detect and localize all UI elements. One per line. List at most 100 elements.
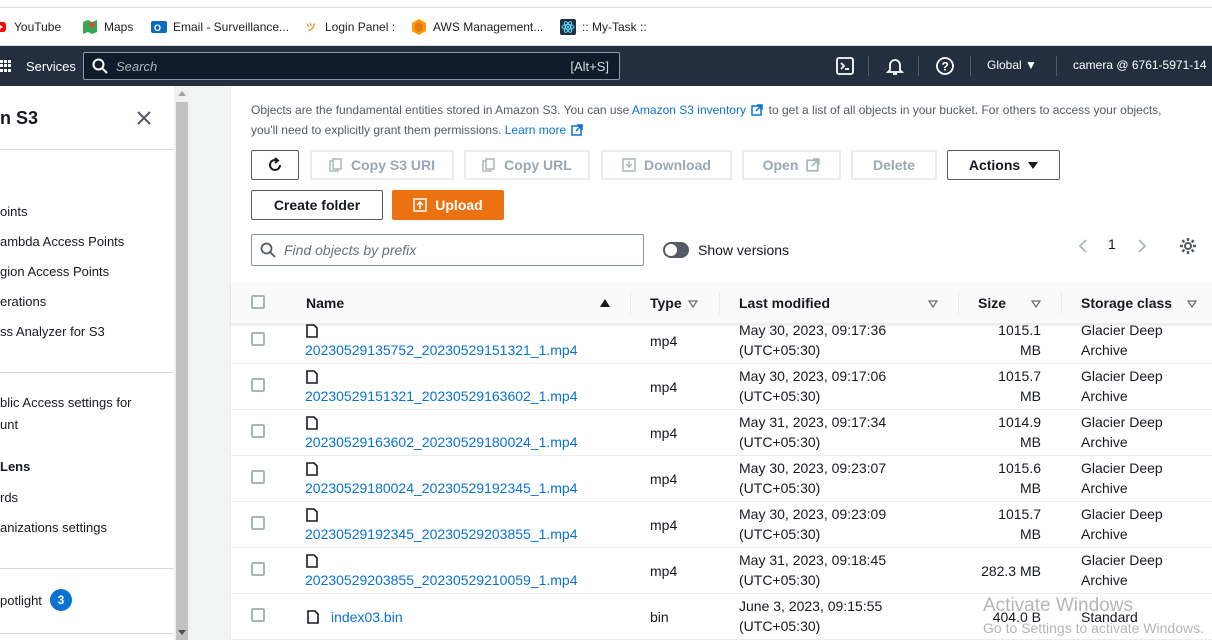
upload-button[interactable]: Upload bbox=[392, 190, 504, 220]
close-icon[interactable] bbox=[134, 108, 154, 128]
bookmark-login-panel[interactable]: ツ Login Panel : bbox=[305, 18, 395, 36]
column-size[interactable]: Size bbox=[978, 295, 1006, 311]
download-button[interactable]: Download bbox=[601, 150, 732, 180]
refresh-icon bbox=[269, 157, 281, 171]
column-storage-class[interactable]: Storage class bbox=[1081, 295, 1172, 311]
external-link-icon bbox=[751, 104, 764, 116]
bookmark-my-task[interactable]: :: My-Task :: bbox=[560, 18, 647, 36]
bookmark-youtube[interactable]: YouTube bbox=[0, 18, 61, 36]
learn-more-link[interactable]: Learn more bbox=[505, 123, 566, 137]
description-text: Objects are the fundamental entities sto… bbox=[251, 103, 632, 117]
sort-ascending-icon[interactable] bbox=[600, 299, 610, 307]
row-checkbox[interactable] bbox=[251, 378, 265, 392]
s3-inventory-link[interactable]: Amazon S3 inventory bbox=[632, 103, 746, 117]
sidebar-item-block-public-access-line2[interactable]: unt bbox=[0, 417, 18, 432]
table-row[interactable]: 20230529192345_20230529203855_1.mp4 mp4 … bbox=[231, 502, 1212, 548]
scrollbar-thumb[interactable] bbox=[176, 102, 188, 640]
chevron-left-icon[interactable] bbox=[1077, 238, 1089, 254]
scroll-up-arrow[interactable] bbox=[178, 91, 186, 96]
sort-icon[interactable] bbox=[1031, 300, 1041, 308]
row-checkbox[interactable] bbox=[251, 332, 265, 346]
sidebar-item-batch-operations[interactable]: erations bbox=[0, 294, 46, 309]
sidebar-item-feature-spotlight[interactable]: potlight 3 bbox=[0, 589, 72, 611]
select-all-checkbox[interactable] bbox=[251, 295, 265, 309]
region-selector[interactable]: Global ▼ bbox=[987, 58, 1037, 72]
current-page[interactable]: 1 bbox=[1108, 236, 1116, 252]
sidebar-item-dashboards[interactable]: rds bbox=[0, 490, 18, 505]
services-menu[interactable]: Services bbox=[0, 46, 76, 86]
help-icon[interactable]: ? bbox=[935, 56, 955, 76]
row-checkbox[interactable] bbox=[251, 562, 265, 576]
bookmark-email[interactable]: O Email - Surveillance... bbox=[151, 18, 289, 36]
prefix-filter-input[interactable]: Find objects by prefix bbox=[251, 234, 644, 266]
row-checkbox[interactable] bbox=[251, 608, 265, 622]
sidebar-item-multi-region-access-points[interactable]: gion Access Points bbox=[0, 264, 109, 279]
nav-divider bbox=[970, 56, 971, 76]
object-name-link[interactable]: 20230529203855_20230529210059_1.mp4 bbox=[305, 570, 578, 590]
outlook-icon: O bbox=[151, 21, 167, 33]
object-name-link[interactable]: index03.bin bbox=[331, 607, 403, 627]
sidebar-item-organizations-settings[interactable]: anizations settings bbox=[0, 520, 107, 535]
gear-icon[interactable] bbox=[1179, 237, 1197, 255]
button-label: Download bbox=[644, 157, 711, 173]
aws-top-nav: Services Search [Alt+S] ? Global ▼ camer… bbox=[0, 46, 1212, 86]
object-name-link[interactable]: 20230529163602_20230529180024_1.mp4 bbox=[305, 432, 578, 452]
maps-icon bbox=[83, 20, 97, 34]
scroll-down-arrow[interactable] bbox=[178, 630, 186, 635]
actions-dropdown[interactable]: Actions bbox=[947, 150, 1060, 180]
file-icon bbox=[307, 610, 319, 624]
aws-icon bbox=[412, 19, 426, 35]
sidebar-item-lambda-access-points[interactable]: ambda Access Points bbox=[0, 234, 124, 249]
table-row[interactable]: 20230529151321_20230529163602_1.mp4 mp4 … bbox=[231, 364, 1212, 410]
nav-divider bbox=[1056, 56, 1057, 76]
column-type[interactable]: Type bbox=[650, 295, 682, 311]
row-checkbox[interactable] bbox=[251, 424, 265, 438]
table-row[interactable]: 20230529135752_20230529151321_1.mp4 mp4 … bbox=[231, 318, 1212, 364]
column-divider bbox=[1061, 292, 1062, 314]
grid-icon bbox=[0, 60, 12, 72]
delete-button[interactable]: Delete bbox=[851, 150, 937, 180]
table-row[interactable]: 20230529163602_20230529180024_1.mp4 mp4 … bbox=[231, 410, 1212, 456]
table-row[interactable]: 20230529180024_20230529192345_1.mp4 mp4 … bbox=[231, 456, 1212, 502]
copy-s3-uri-button[interactable]: Copy S3 URI bbox=[310, 150, 454, 180]
create-folder-button[interactable]: Create folder bbox=[251, 190, 383, 220]
refresh-button[interactable] bbox=[251, 150, 299, 180]
row-checkbox[interactable] bbox=[251, 470, 265, 484]
column-last-modified[interactable]: Last modified bbox=[739, 295, 830, 311]
sort-icon[interactable] bbox=[928, 300, 938, 308]
bookmark-aws[interactable]: AWS Management... bbox=[411, 18, 543, 36]
last-modified-tz: (UTC+05:30) bbox=[739, 342, 821, 358]
object-type: mp4 bbox=[650, 379, 678, 395]
storage-class-line2: Archive bbox=[1081, 526, 1128, 542]
sidebar-item-access-analyzer[interactable]: ss Analyzer for S3 bbox=[0, 324, 105, 339]
column-name[interactable]: Name bbox=[306, 295, 344, 311]
object-name-link[interactable]: 20230529135752_20230529151321_1.mp4 bbox=[305, 340, 578, 360]
sidebar-item-block-public-access[interactable]: blic Access settings for bbox=[0, 395, 132, 410]
chevron-right-icon[interactable] bbox=[1136, 238, 1148, 254]
cloudshell-icon[interactable] bbox=[835, 56, 855, 76]
copy-url-button[interactable]: Copy URL bbox=[464, 150, 590, 180]
storage-class-line2: Archive bbox=[1081, 434, 1128, 450]
copy-icon bbox=[482, 158, 495, 172]
description-text: to get a list of all objects in your buc… bbox=[765, 103, 1162, 117]
account-label: camera @ 6761-5971-14 bbox=[1073, 58, 1207, 72]
sidebar-item-access-points[interactable]: oints bbox=[0, 204, 27, 219]
sort-icon[interactable] bbox=[688, 300, 698, 308]
global-search-input[interactable]: Search [Alt+S] bbox=[83, 52, 620, 80]
bell-icon[interactable] bbox=[885, 56, 905, 76]
sidebar-divider bbox=[0, 372, 174, 373]
bookmark-maps[interactable]: Maps bbox=[82, 18, 133, 36]
sort-icon[interactable] bbox=[1187, 300, 1197, 308]
sidebar-scrollbar[interactable] bbox=[174, 86, 190, 640]
last-modified-tz: (UTC+05:30) bbox=[739, 618, 821, 634]
table-row[interactable]: 20230529203855_20230529210059_1.mp4 mp4 … bbox=[231, 548, 1212, 594]
open-button[interactable]: Open bbox=[742, 150, 841, 180]
object-name-link[interactable]: 20230529180024_20230529192345_1.mp4 bbox=[305, 478, 578, 498]
row-checkbox[interactable] bbox=[251, 516, 265, 530]
download-icon bbox=[622, 158, 636, 172]
bookmark-label: AWS Management... bbox=[433, 20, 544, 34]
show-versions-toggle[interactable] bbox=[663, 242, 689, 258]
account-menu[interactable]: camera @ 6761-5971-14 bbox=[1073, 58, 1207, 72]
object-name-link[interactable]: 20230529151321_20230529163602_1.mp4 bbox=[305, 386, 578, 406]
object-name-link[interactable]: 20230529192345_20230529203855_1.mp4 bbox=[305, 524, 578, 544]
